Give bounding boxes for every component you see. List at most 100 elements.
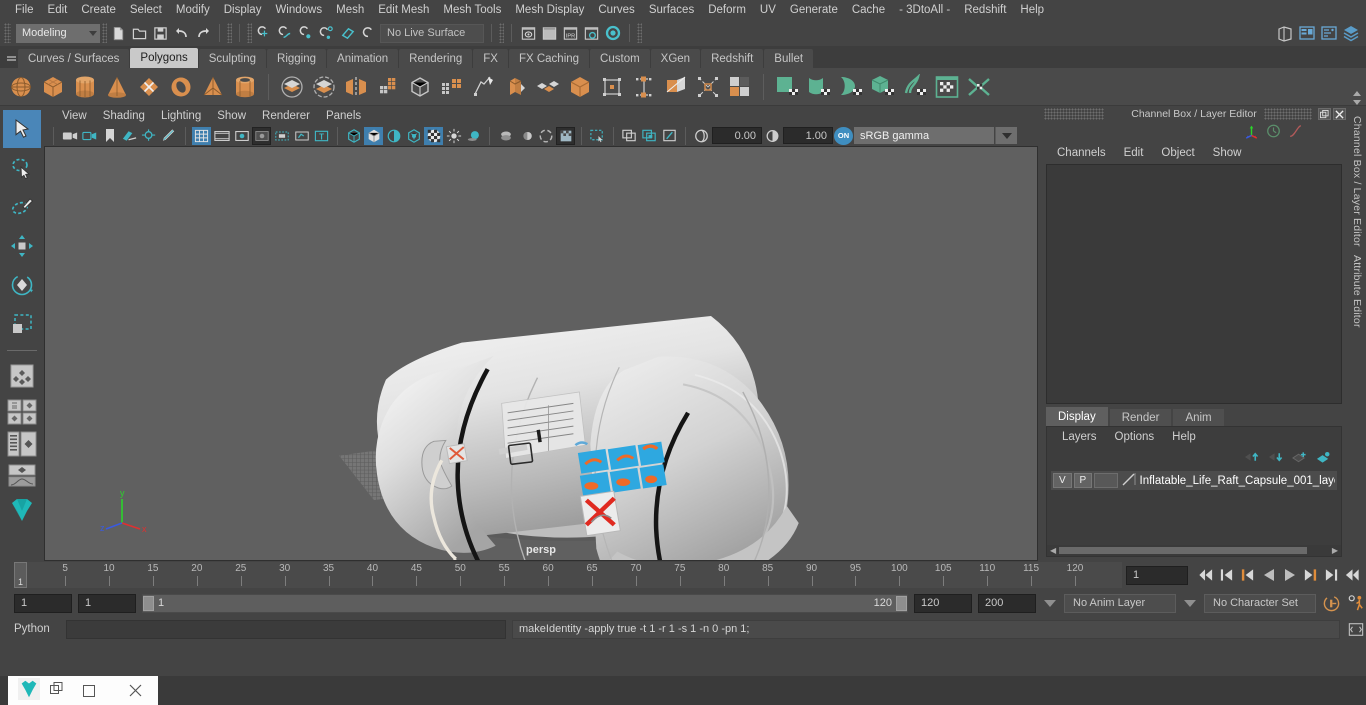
xray-textured-icon[interactable] (640, 127, 659, 145)
gamma-field[interactable]: 1.00 (783, 127, 833, 144)
poly-append-icon[interactable] (597, 71, 627, 103)
tab-render[interactable]: Render (1109, 409, 1172, 426)
poly-cylinder-icon[interactable] (70, 71, 100, 103)
shelf-tab-animation[interactable]: Animation (327, 49, 399, 68)
xray-active-components-icon[interactable] (620, 127, 639, 145)
current-frame-field[interactable]: 1 (1126, 565, 1188, 585)
menu-3dtoall[interactable]: - 3DtoAll - (892, 2, 957, 18)
uv-cylindrical-icon[interactable] (804, 71, 834, 103)
snap-to-point-icon[interactable] (296, 24, 315, 43)
maya-app-icon[interactable] (18, 678, 40, 703)
chevron-up-icon[interactable] (1353, 91, 1361, 96)
shelf-tab-xgen[interactable]: XGen (650, 49, 701, 68)
menu-deform[interactable]: Deform (701, 2, 753, 18)
move-tool[interactable] (3, 227, 41, 265)
uv-spherical-icon[interactable] (836, 71, 866, 103)
command-input[interactable] (66, 619, 506, 639)
ipr-render-icon[interactable] (540, 24, 559, 43)
live-surface-field[interactable]: No Live Surface (380, 23, 484, 43)
xray-joints-icon[interactable] (588, 127, 607, 145)
step-forward-frame-icon[interactable] (1322, 565, 1341, 585)
lighting-icon[interactable] (444, 127, 463, 145)
chevron-down-icon[interactable] (1353, 100, 1361, 105)
character-set-dropdown-arrow[interactable] (1182, 594, 1198, 613)
sidebar-tab-channel-box[interactable]: Channel Box / Layer Editor (1351, 112, 1363, 251)
lasso-select-tool[interactable] (3, 149, 41, 187)
layer-color-swatch[interactable] (1120, 472, 1138, 490)
step-back-key-icon[interactable] (1238, 565, 1257, 585)
rotate-tool[interactable] (3, 266, 41, 304)
contrast-icon[interactable] (763, 127, 782, 145)
redo-icon[interactable] (193, 24, 212, 43)
scroll-left-arrow[interactable]: ◀ (1050, 546, 1056, 555)
layer-menu-layers[interactable]: Layers (1053, 431, 1106, 443)
menu-set-selector[interactable]: Modeling (16, 23, 100, 43)
viewport-menu-lighting[interactable]: Lighting (153, 109, 209, 123)
layer-visibility-toggle[interactable]: V (1053, 473, 1072, 488)
layer-name[interactable]: Inflatable_Life_Raft_Capsule_001_laye (1140, 475, 1335, 487)
save-scene-icon[interactable] (151, 24, 170, 43)
grid-toggle-icon[interactable] (192, 126, 211, 145)
persp-viewport[interactable]: persp y x z (44, 146, 1038, 561)
playback-start-time-field[interactable]: 1 (78, 593, 136, 613)
use-default-material-icon[interactable] (424, 126, 443, 145)
poly-pipe-icon[interactable] (230, 71, 260, 103)
time-slider[interactable]: 1 5 10 15 20 25 30 35 40 45 50 55 60 65 70 75 80 85 90 95 1… (14, 562, 1122, 588)
channel-box-content[interactable] (1046, 164, 1342, 404)
range-slider-bar[interactable]: 1 120 (142, 593, 908, 613)
layer-menu-options[interactable]: Options (1106, 431, 1164, 443)
tab-anim[interactable]: Anim (1173, 409, 1224, 426)
viewport-menu-shading[interactable]: Shading (95, 109, 153, 123)
layer-type-toggle[interactable] (1094, 473, 1118, 488)
menu-edit-mesh[interactable]: Edit Mesh (371, 2, 436, 18)
shelf-grip[interactable] (4, 46, 18, 68)
undo-icon[interactable] (172, 24, 191, 43)
poly-extrude-icon[interactable] (501, 71, 531, 103)
layer-list[interactable]: V P Inflatable_Life_Raft_Capsule_001_lay… (1047, 469, 1341, 545)
channel-box-icon[interactable] (1341, 24, 1360, 43)
toggle-sidebar-icon[interactable] (1275, 24, 1294, 43)
snap-to-grid-icon[interactable] (254, 24, 273, 43)
go-to-end-icon[interactable] (1343, 565, 1362, 585)
channel-box-axis-icon[interactable] (1243, 123, 1260, 142)
poly-smooth-icon[interactable] (437, 71, 467, 103)
channel-box-curve-icon[interactable] (1287, 123, 1304, 142)
playback-end-time-field[interactable]: 120 (914, 593, 972, 613)
scale-tool[interactable] (3, 305, 41, 343)
two-d-pan-zoom-icon[interactable] (140, 127, 159, 145)
uv-unfold-icon[interactable] (964, 71, 994, 103)
poly-bridge-icon[interactable] (565, 71, 595, 103)
maximize-window-icon[interactable] (66, 676, 112, 705)
menu-mesh-display[interactable]: Mesh Display (508, 2, 591, 18)
multisample-icon[interactable] (536, 127, 555, 145)
menu-mesh-tools[interactable]: Mesh Tools (436, 2, 508, 18)
channel-box-menu-edit[interactable]: Edit (1115, 146, 1153, 160)
layer-menu-help[interactable]: Help (1163, 431, 1205, 443)
toolbar-grip-4[interactable] (499, 23, 504, 43)
command-language-label[interactable]: Python (14, 623, 60, 635)
viewport-fx-icon[interactable] (660, 127, 679, 145)
menu-edit[interactable]: Edit (41, 2, 75, 18)
close-window-icon[interactable] (112, 676, 158, 705)
play-forwards-icon[interactable] (1280, 565, 1299, 585)
uv-automatic-icon[interactable] (868, 71, 898, 103)
status-line-grip[interactable] (4, 23, 11, 43)
camera-attributes-icon[interactable] (80, 127, 99, 145)
film-gate-icon[interactable] (212, 127, 231, 145)
layer-row[interactable]: V P Inflatable_Life_Raft_Capsule_001_lay… (1051, 471, 1337, 490)
poly-combine-icon[interactable] (373, 71, 403, 103)
new-scene-icon[interactable] (109, 24, 128, 43)
poly-mirror-icon[interactable] (341, 71, 371, 103)
layer-list-scrollbar[interactable]: ◀ ▶ (1047, 545, 1341, 556)
menu-windows[interactable]: Windows (268, 2, 329, 18)
poly-wedge-icon[interactable] (629, 71, 659, 103)
restore-window-icon[interactable] (50, 682, 64, 699)
scroll-right-arrow[interactable]: ▶ (1332, 546, 1338, 555)
ipr-label-icon[interactable]: IPR (561, 24, 580, 43)
select-tool[interactable] (3, 110, 41, 148)
range-start-handle[interactable] (143, 595, 154, 611)
create-new-layer-icon[interactable] (1292, 451, 1307, 466)
toolbar-grip[interactable] (102, 23, 107, 43)
make-live-icon[interactable] (359, 24, 378, 43)
shelf-tab-custom[interactable]: Custom (590, 49, 650, 68)
